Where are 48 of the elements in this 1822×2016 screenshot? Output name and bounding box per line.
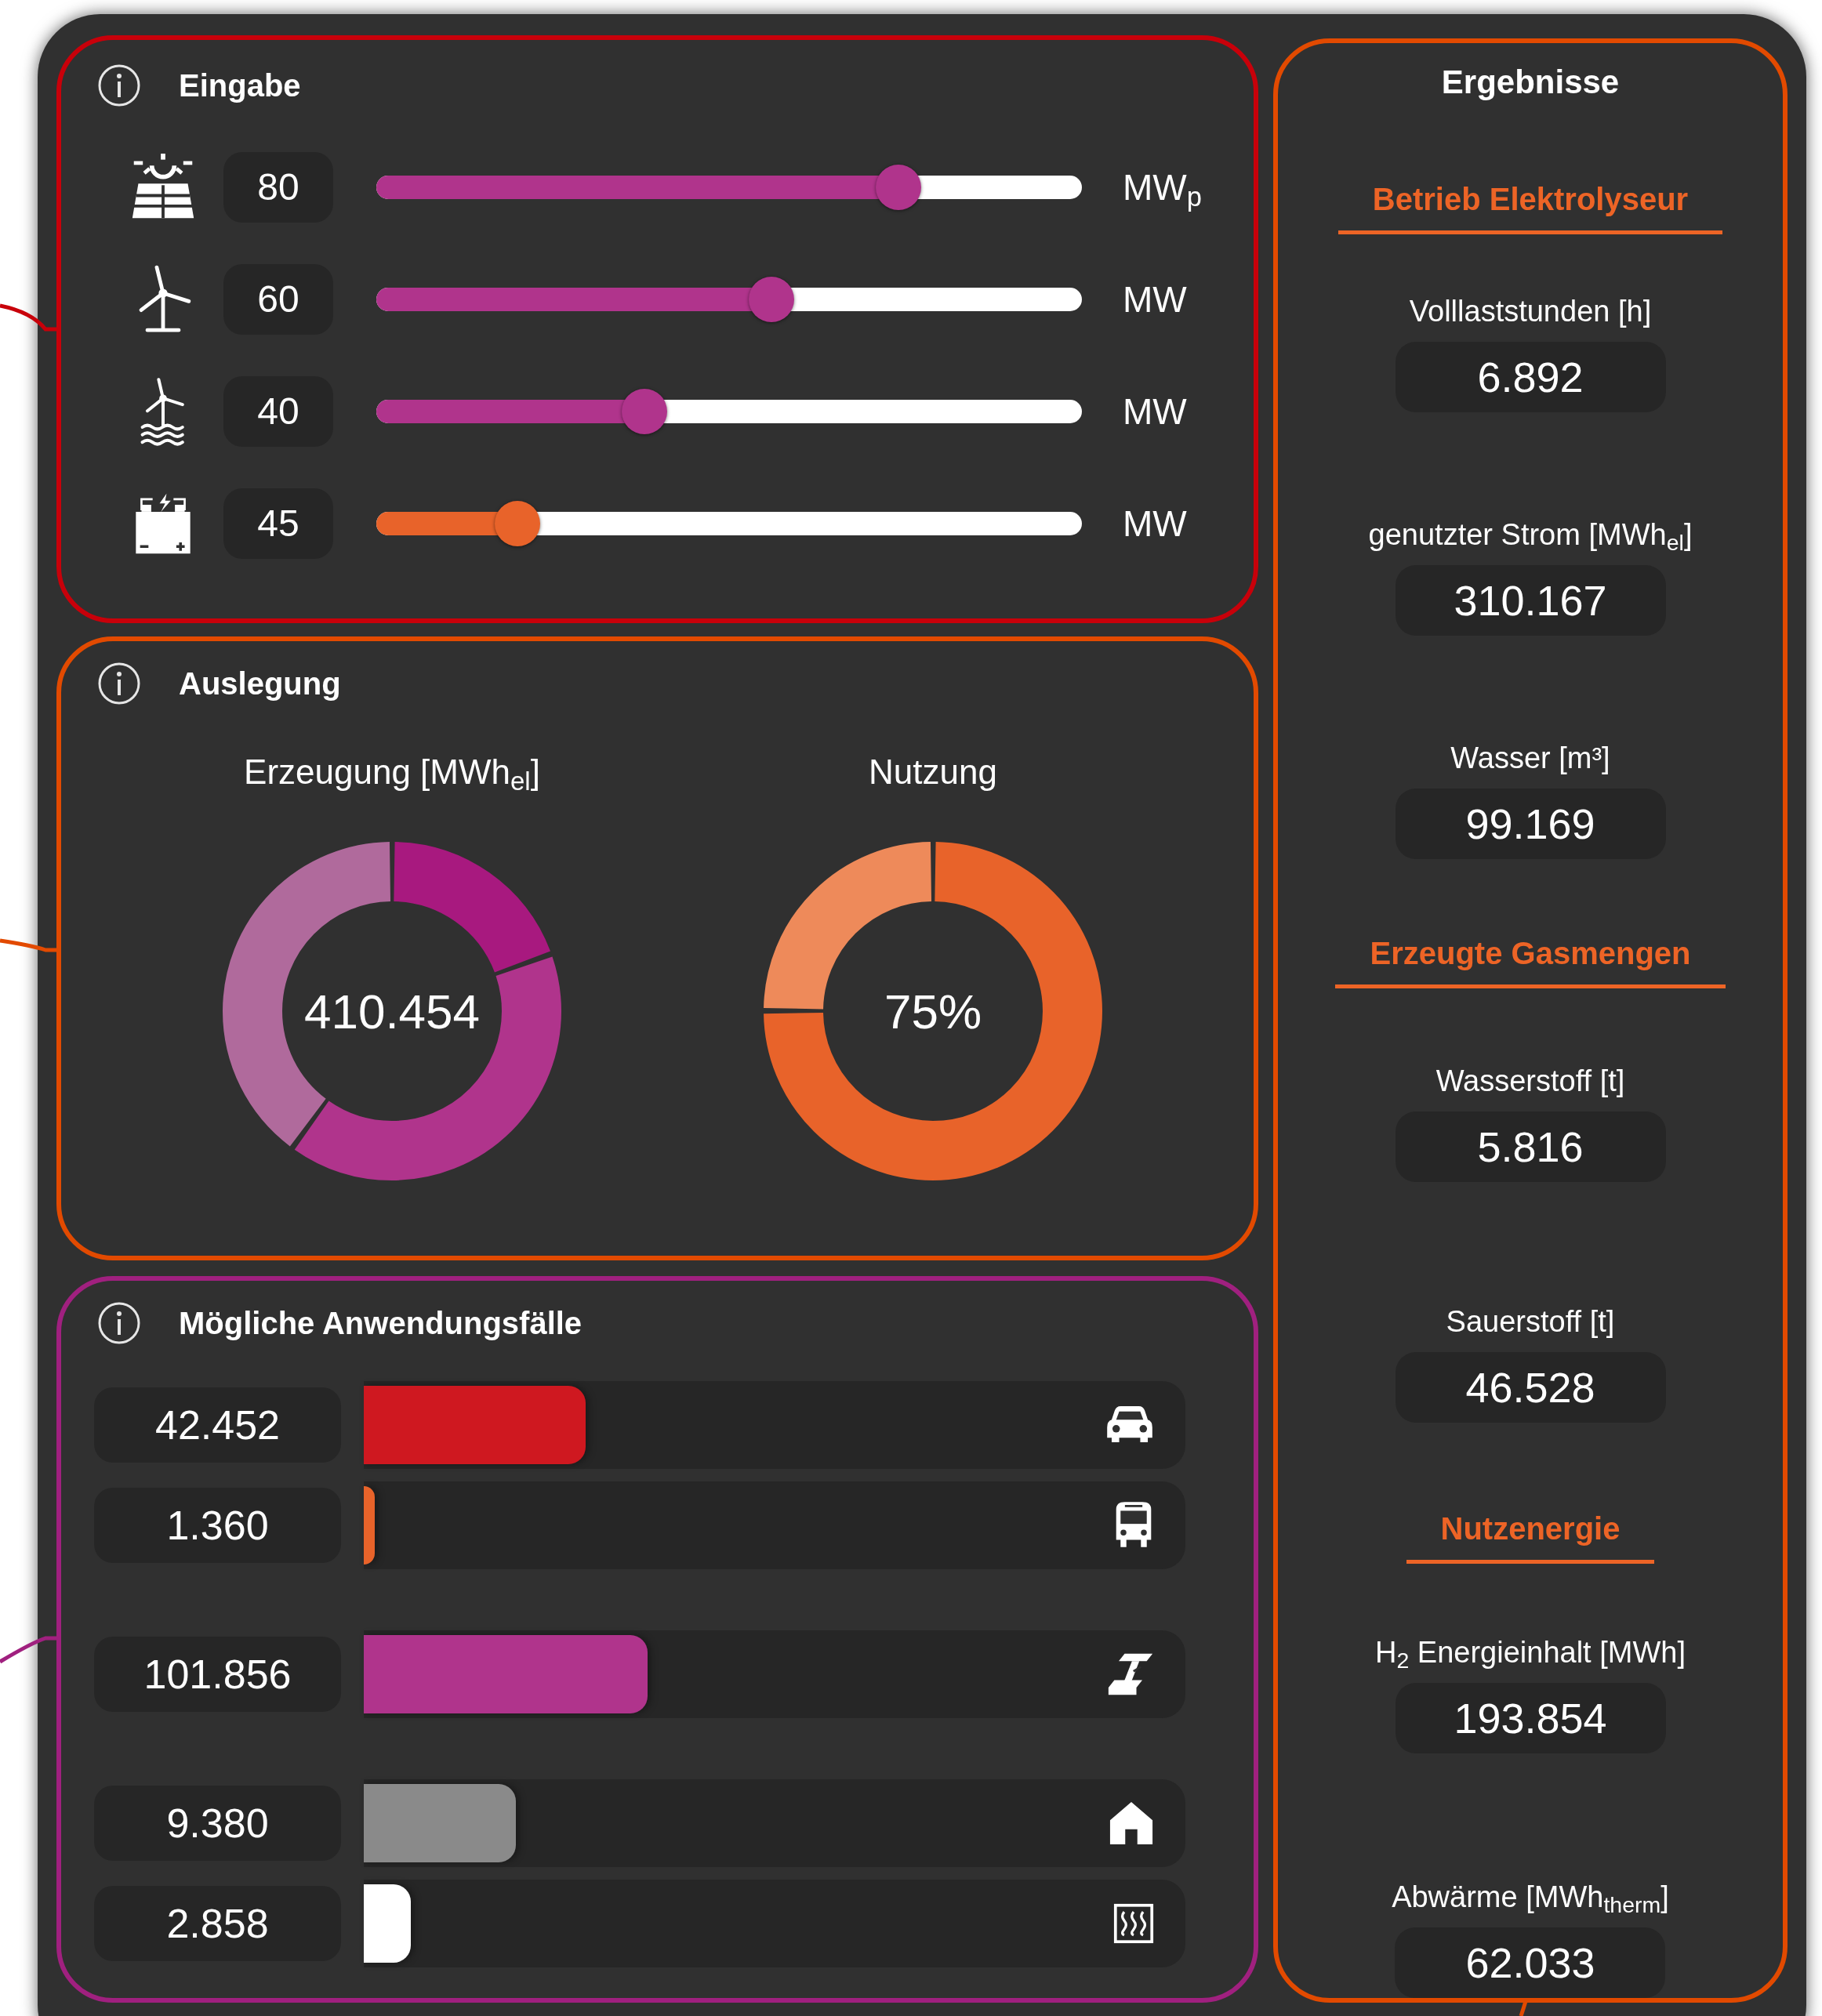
car-icon xyxy=(1105,1406,1154,1444)
panel-title: Ergebnisse xyxy=(1441,63,1620,102)
section-heading: Nutzenergie xyxy=(1406,1505,1655,1564)
section-heading: Betrieb Elektrolyseur xyxy=(1337,176,1723,234)
result-label: Wasser [m³] xyxy=(1450,741,1610,776)
value-display: 42.452 xyxy=(94,1387,341,1463)
panel-title: Eingabe xyxy=(179,67,301,104)
heater-icon xyxy=(1113,1903,1154,1944)
result-label: H$_{2}$ Energieinhalt [MWh] xyxy=(1375,1635,1686,1675)
chart-center-value: 410.454 xyxy=(303,983,481,1040)
chart-label: Erzeugung [MWh$_{el}$] xyxy=(244,752,540,793)
result-value: 5.816 xyxy=(1395,1111,1666,1182)
result-value: 310.167 xyxy=(1395,565,1666,636)
slider[interactable] xyxy=(376,165,1082,210)
unit-label: MW xyxy=(1123,277,1187,321)
section-heading: Erzeugte Gasmengen xyxy=(1335,930,1726,988)
chart-label: Nutzung xyxy=(869,752,997,792)
house-icon xyxy=(1109,1800,1154,1846)
value-display: 9.380 xyxy=(94,1786,341,1861)
panel-title: Auslegung xyxy=(179,665,341,702)
result-label: genutzter Strom [MWh$_{el}$] xyxy=(1368,517,1693,557)
info-icon[interactable] xyxy=(97,63,141,107)
unit-label: MW$_{p}$ xyxy=(1123,165,1202,214)
result-value: 99.169 xyxy=(1395,789,1666,859)
slider[interactable] xyxy=(376,277,1082,322)
value-display: 2.858 xyxy=(94,1886,341,1961)
slider[interactable] xyxy=(376,389,1082,434)
result-label: Sauerstoff [t] xyxy=(1446,1304,1615,1340)
result-label: Volllaststunden [h] xyxy=(1409,294,1652,329)
info-icon[interactable] xyxy=(97,1301,141,1345)
slider[interactable] xyxy=(376,501,1082,546)
info-icon[interactable] xyxy=(97,662,141,705)
slider-value[interactable]: 80 xyxy=(223,152,333,223)
chart-center-value: 75% xyxy=(884,983,982,1040)
unit-label: MW xyxy=(1123,390,1187,433)
result-label: Abwärme [MWh$_{therm}$] xyxy=(1392,1880,1669,1920)
result-label: Wasserstoff [t] xyxy=(1435,1064,1625,1099)
result-value: 46.528 xyxy=(1395,1352,1666,1423)
value-display: 101.856 xyxy=(94,1637,341,1712)
value-display: 1.360 xyxy=(94,1488,341,1563)
slider-value[interactable]: 60 xyxy=(223,264,333,335)
result-value: 62.033 xyxy=(1395,1927,1666,1998)
slider-value[interactable]: 40 xyxy=(223,376,333,447)
panel-title: Mögliche Anwendungsfälle xyxy=(179,1305,583,1342)
result-value: 6.892 xyxy=(1395,342,1666,412)
result-value: 193.854 xyxy=(1395,1683,1666,1753)
unit-label: MW xyxy=(1123,502,1187,546)
slider-value[interactable]: 45 xyxy=(223,488,333,559)
